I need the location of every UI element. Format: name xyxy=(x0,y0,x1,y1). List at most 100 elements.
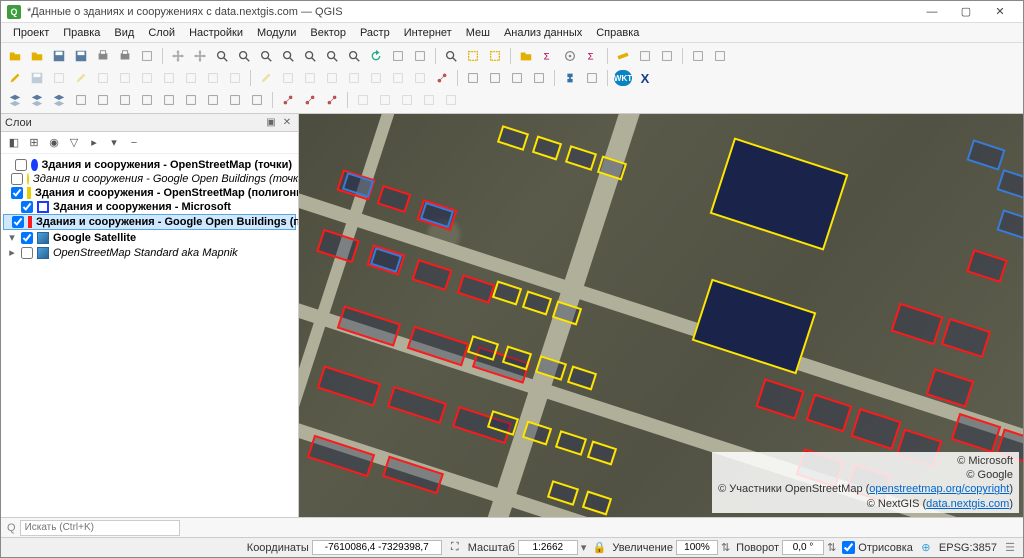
zoom-layer-icon[interactable] xyxy=(300,46,320,66)
new-project-icon[interactable] xyxy=(5,46,25,66)
menu-help[interactable]: Справка xyxy=(590,25,645,41)
layer-remove-icon[interactable]: − xyxy=(125,134,143,152)
locator-input[interactable] xyxy=(20,520,180,536)
layer-visibility-checkbox[interactable] xyxy=(21,201,33,213)
zoom-last-icon[interactable] xyxy=(322,46,342,66)
layer-tree[interactable]: Здания и сооружения - OpenStreetMap (точ… xyxy=(1,154,298,517)
identify-icon[interactable] xyxy=(441,46,461,66)
layer-item[interactable]: Здания и сооружения - Google Open Buildi… xyxy=(3,172,296,186)
undo-icon[interactable] xyxy=(203,68,223,88)
delete-feature-icon[interactable] xyxy=(115,68,135,88)
open-table-icon[interactable] xyxy=(516,46,536,66)
simplify-icon[interactable] xyxy=(366,68,386,88)
crs-icon[interactable]: ⊕ xyxy=(919,541,933,555)
layers-panel-undock-icon[interactable]: ▣ xyxy=(264,116,278,130)
postgis-icon[interactable] xyxy=(115,90,135,110)
maximize-button[interactable]: ▢ xyxy=(949,2,983,22)
coord-input[interactable] xyxy=(312,540,442,555)
advanced-d-icon[interactable] xyxy=(419,90,439,110)
menu-edit[interactable]: Правка xyxy=(57,25,106,41)
edit-icon[interactable] xyxy=(5,68,25,88)
plugin-b-icon[interactable] xyxy=(485,68,505,88)
offset-icon[interactable] xyxy=(388,68,408,88)
terminal-icon[interactable] xyxy=(582,68,602,88)
layer-visibility-checkbox[interactable] xyxy=(12,216,24,228)
menu-processing[interactable]: Анализ данных xyxy=(498,25,588,41)
render-checkbox[interactable] xyxy=(842,541,855,554)
layer-expand-icon[interactable]: ▸ xyxy=(85,134,103,152)
attr-link[interactable]: data.nextgis.com xyxy=(926,498,1009,510)
layer-item[interactable]: Здания и сооружения - OpenStreetMap (пол… xyxy=(3,186,296,200)
v-layer-icon[interactable] xyxy=(5,90,25,110)
csv-icon[interactable] xyxy=(225,90,245,110)
plugin-a-icon[interactable] xyxy=(463,68,483,88)
scale-input[interactable] xyxy=(518,540,578,555)
close-button[interactable]: ✕ xyxy=(983,2,1017,22)
extents-icon[interactable]: ⛶ xyxy=(448,541,462,555)
layers-panel-close-icon[interactable]: ✕ xyxy=(280,116,294,130)
wfs-icon[interactable] xyxy=(159,90,179,110)
menu-plugins[interactable]: Модули xyxy=(251,25,302,41)
python-icon[interactable] xyxy=(560,68,580,88)
zoom-in-icon[interactable] xyxy=(212,46,232,66)
menu-view[interactable]: Вид xyxy=(108,25,140,41)
open-icon[interactable] xyxy=(27,46,47,66)
map-canvas[interactable]: © Microsoft © Google © Участники OpenStr… xyxy=(299,114,1023,517)
save-icon[interactable] xyxy=(49,46,69,66)
lock-icon[interactable]: 🔒 xyxy=(592,541,606,555)
label-icon[interactable] xyxy=(688,46,708,66)
menu-layer[interactable]: Слой xyxy=(142,25,181,41)
plugin-c-icon[interactable] xyxy=(507,68,527,88)
select-icon[interactable] xyxy=(463,46,483,66)
show-labels-icon[interactable] xyxy=(710,46,730,66)
digitize-icon[interactable] xyxy=(256,68,276,88)
advanced-a-icon[interactable] xyxy=(353,90,373,110)
zoom-next-icon[interactable] xyxy=(344,46,364,66)
layer-visibility-icon[interactable]: ◉ xyxy=(45,134,63,152)
menu-mesh[interactable]: Меш xyxy=(460,25,496,41)
gpkg-icon[interactable] xyxy=(247,90,267,110)
raster-layer-icon[interactable] xyxy=(27,90,47,110)
statistics-icon[interactable]: Σ xyxy=(582,46,602,66)
zoom-selection-icon[interactable] xyxy=(278,46,298,66)
rot-input[interactable] xyxy=(782,540,824,555)
xyz-icon[interactable] xyxy=(181,90,201,110)
attr-link[interactable]: openstreetmap.org/copyright xyxy=(869,483,1009,495)
tracing-icon[interactable] xyxy=(322,90,342,110)
layer-collapse-icon[interactable]: ▾ xyxy=(105,134,123,152)
add-feature-icon[interactable] xyxy=(49,68,69,88)
menu-raster[interactable]: Растр xyxy=(354,25,396,41)
toolbox-icon[interactable] xyxy=(560,46,580,66)
snap-icon[interactable] xyxy=(432,68,452,88)
split-icon[interactable] xyxy=(300,68,320,88)
text-annotation-icon[interactable] xyxy=(657,46,677,66)
layer-visibility-checkbox[interactable] xyxy=(21,247,33,259)
advanced-e-icon[interactable] xyxy=(441,90,461,110)
layer-item[interactable]: Здания и сооружения - Google Open Buildi… xyxy=(3,214,296,230)
deselect-icon[interactable] xyxy=(485,46,505,66)
layout-manager-icon[interactable] xyxy=(115,46,135,66)
layer-visibility-checkbox[interactable] xyxy=(21,232,33,244)
mag-input[interactable] xyxy=(676,540,718,555)
stepper-icon[interactable]: ⇅ xyxy=(827,541,836,554)
expand-icon[interactable]: ▾ xyxy=(7,231,17,244)
layer-filter-icon[interactable]: ▽ xyxy=(65,134,83,152)
print-icon[interactable] xyxy=(93,46,113,66)
zoom-out-icon[interactable] xyxy=(234,46,254,66)
redo-icon[interactable] xyxy=(225,68,245,88)
wms-icon[interactable] xyxy=(137,90,157,110)
merge-icon[interactable] xyxy=(322,68,342,88)
delim-icon[interactable] xyxy=(71,90,91,110)
layer-visibility-checkbox[interactable] xyxy=(11,187,23,199)
layer-item[interactable]: ▸OpenStreetMap Standard aka Mapnik xyxy=(3,245,296,260)
crs-label[interactable]: EPSG:3857 xyxy=(939,542,997,554)
menu-web[interactable]: Интернет xyxy=(398,25,458,41)
pan-selection-icon[interactable] xyxy=(190,46,210,66)
layer-add-group-icon[interactable]: ⊞ xyxy=(25,134,43,152)
chevron-down-icon[interactable]: ▾ xyxy=(581,541,587,554)
messages-icon[interactable]: ☰ xyxy=(1003,541,1017,555)
minimize-button[interactable]: — xyxy=(915,2,949,22)
menu-vector[interactable]: Вектор xyxy=(304,25,352,41)
mesh-layer-icon[interactable] xyxy=(49,90,69,110)
move-feature-icon[interactable] xyxy=(93,68,113,88)
